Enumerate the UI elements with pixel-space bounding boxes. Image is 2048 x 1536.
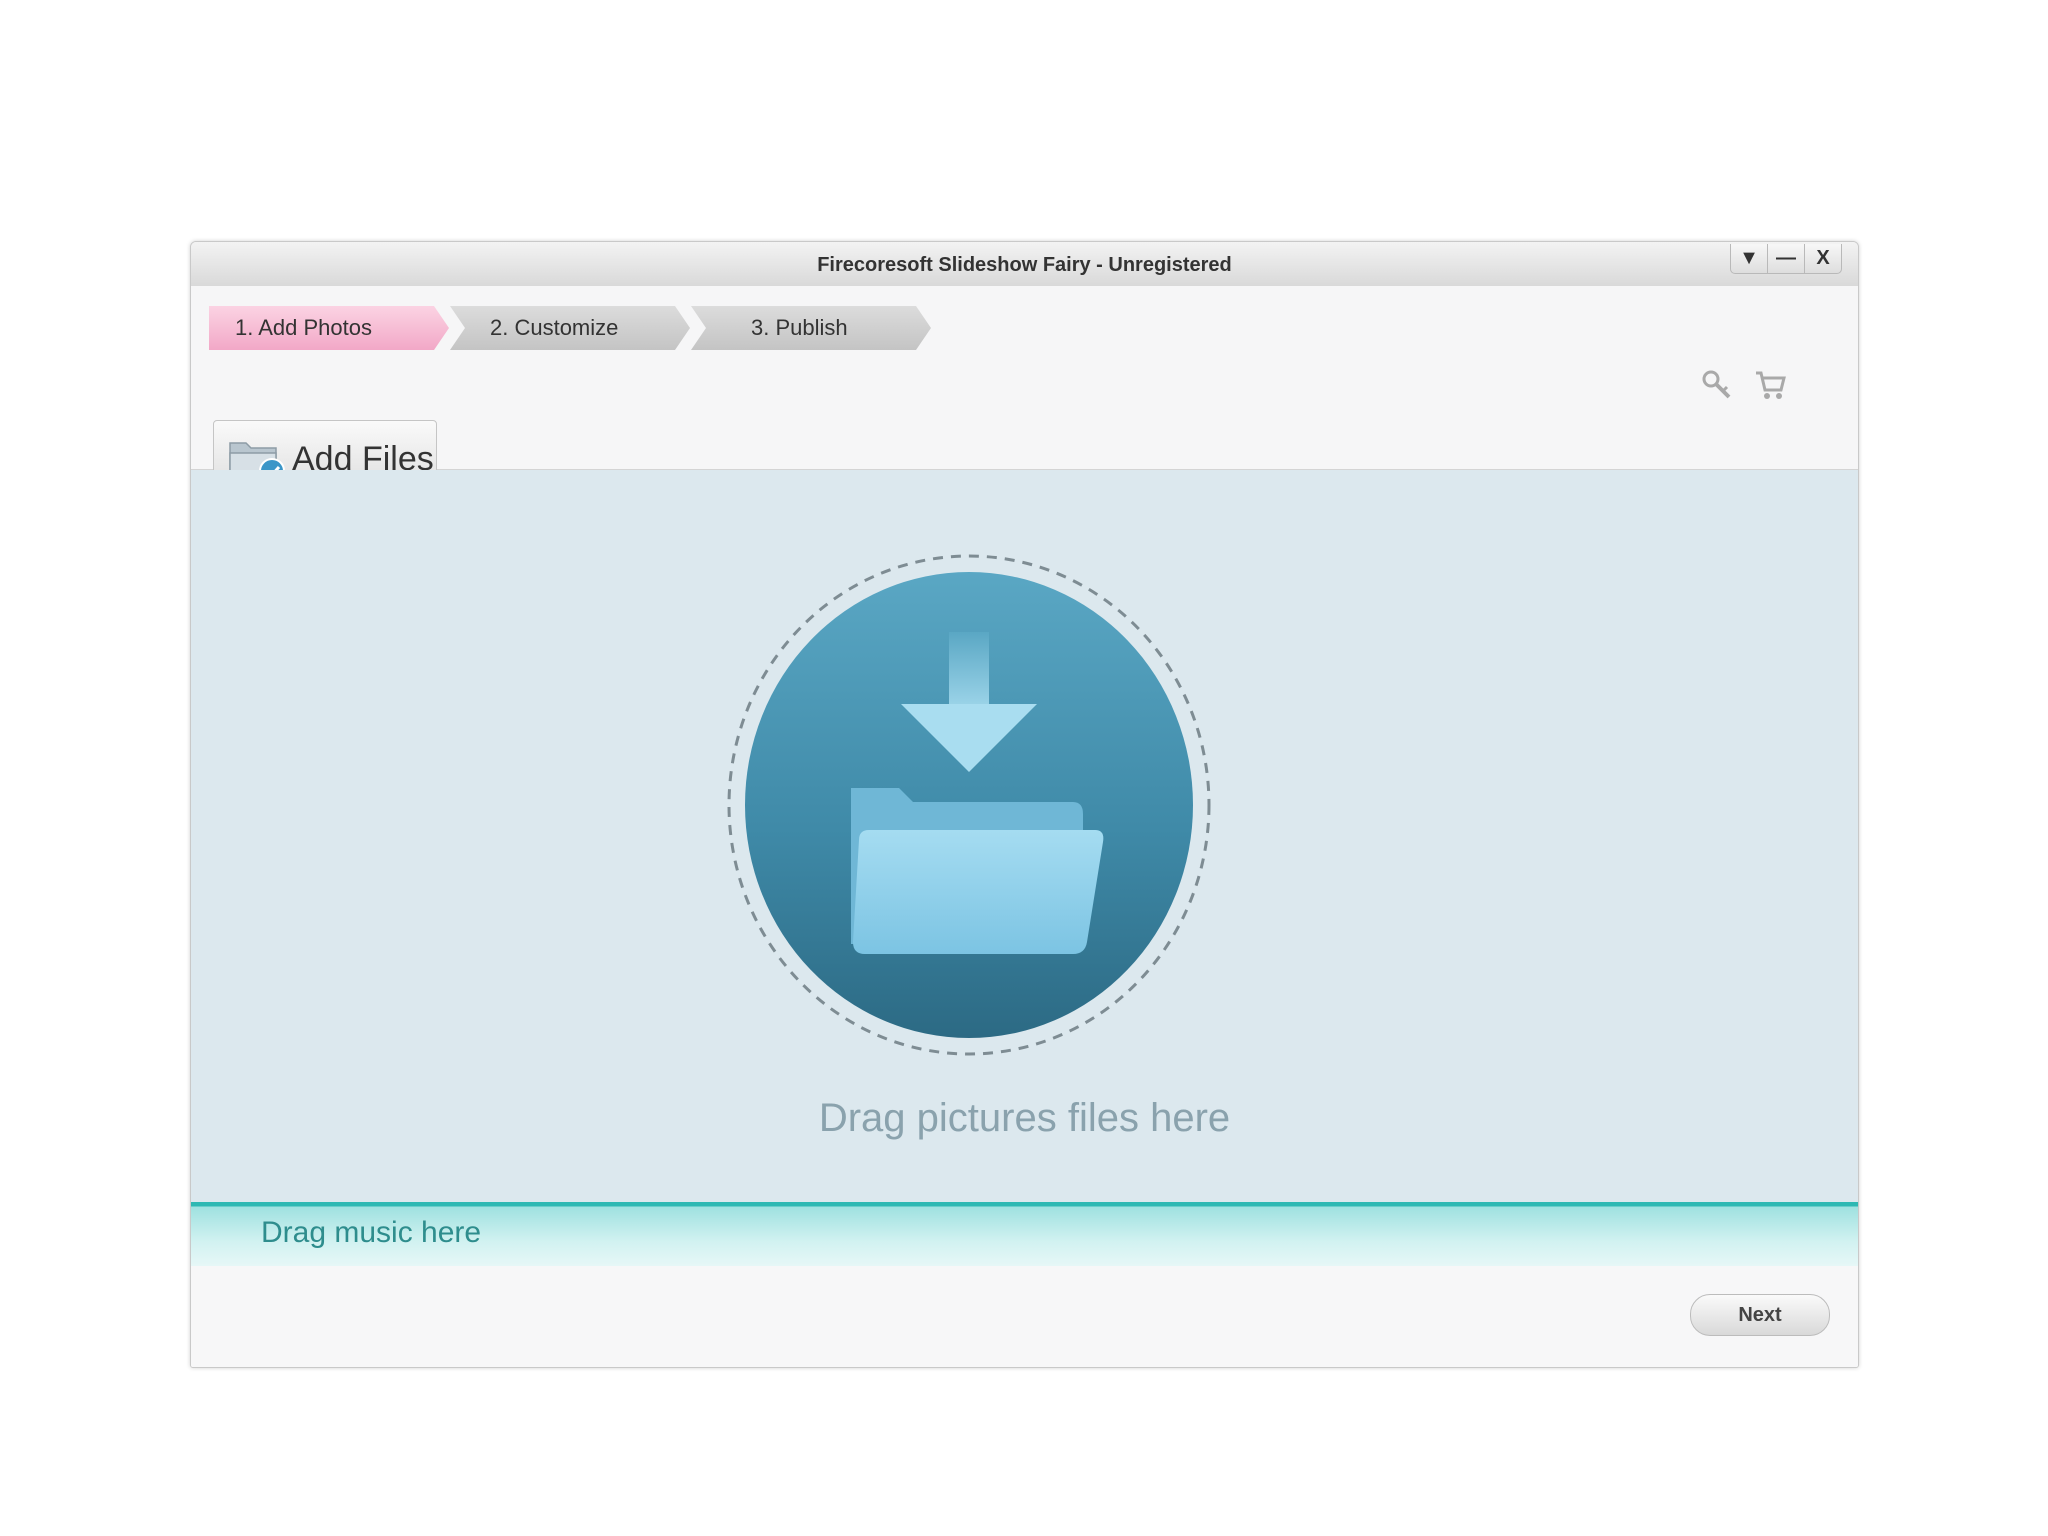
minimize-button[interactable]: —: [1767, 244, 1805, 274]
drop-hint: Drag pictures files here: [818, 1096, 1231, 1140]
step-publish[interactable]: 3. Publish: [691, 306, 931, 350]
title-bar[interactable]: Firecoresoft Slideshow Fairy - Unregiste…: [191, 242, 1858, 287]
music-drop-bar[interactable]: Drag music here: [191, 1202, 1858, 1266]
download-folder-icon: [727, 554, 1211, 1056]
next-button[interactable]: Next: [1690, 1294, 1830, 1336]
window-title: Firecoresoft Slideshow Fairy - Unregiste…: [817, 254, 1232, 276]
key-icon[interactable]: [1700, 368, 1734, 402]
window-controls: ▼ — X: [1730, 244, 1842, 274]
header-icons: [1700, 368, 1788, 402]
menu-dropdown-button[interactable]: ▼: [1730, 244, 1768, 274]
footer-bar: Next: [191, 1266, 1858, 1367]
step-customize[interactable]: 2. Customize: [450, 306, 690, 350]
header-toolbar: 1. Add Photos 2. Customize 3. Publish Ad…: [191, 286, 1858, 498]
app-window: Firecoresoft Slideshow Fairy - Unregiste…: [190, 241, 1859, 1368]
close-button[interactable]: X: [1804, 244, 1842, 274]
step-add-photos[interactable]: 1. Add Photos: [209, 306, 449, 350]
music-drop-hint: Drag music here: [261, 1216, 482, 1249]
cart-icon[interactable]: [1754, 368, 1788, 402]
photo-drop-area[interactable]: Drag pictures files here: [191, 470, 1858, 1202]
